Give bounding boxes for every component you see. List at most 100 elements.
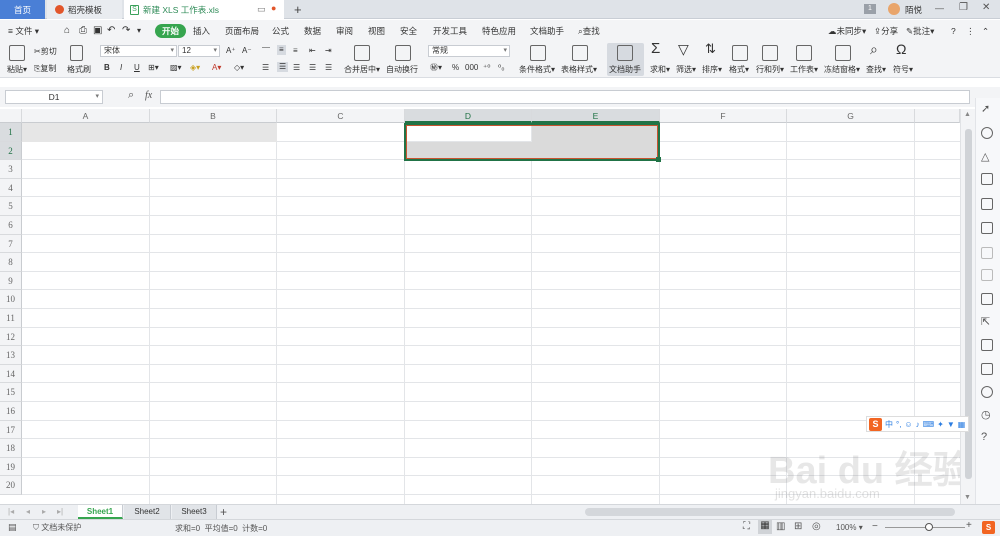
sogou-logo-icon[interactable]: S (869, 417, 882, 431)
collapse-ribbon-icon[interactable]: ⌃ (982, 24, 989, 38)
find-button[interactable]: 查找▾ (866, 65, 886, 75)
menu-developer[interactable]: 开发工具 (433, 24, 467, 38)
sort-icon[interactable]: ⇅ (705, 42, 716, 55)
first-sheet-icon[interactable]: |◂ (8, 507, 14, 516)
row-header-6[interactable]: 6 (0, 216, 22, 235)
last-sheet-icon[interactable]: ▸| (57, 507, 63, 516)
sheet-tab-3[interactable]: Sheet3 (172, 505, 217, 519)
menu-doc-helper[interactable]: 文档助手 (530, 24, 564, 38)
close-icon[interactable]: ✕ (982, 2, 990, 13)
font-color-icon[interactable]: A▾ (212, 63, 221, 73)
merge-icon[interactable] (354, 45, 370, 61)
name-box[interactable]: D1 ▾ (5, 90, 103, 104)
sync-button[interactable]: ☁未同步▾ (828, 24, 866, 38)
row-header-1[interactable]: 1 (0, 123, 22, 142)
maximize-icon[interactable]: ❐ (959, 2, 968, 13)
table-style-icon[interactable] (572, 45, 588, 61)
indent-increase-icon[interactable]: ⇥ (325, 46, 332, 56)
eye-care-icon[interactable]: ◎ (812, 521, 821, 532)
align-top-icon[interactable]: ⎺ (262, 46, 270, 56)
shrink-font-icon[interactable]: A⁻ (242, 46, 252, 56)
menu-security[interactable]: 安全 (400, 24, 417, 38)
freeze-icon[interactable] (835, 45, 851, 61)
row-header-19[interactable]: 19 (0, 457, 22, 477)
undo-icon[interactable]: ↶ (107, 24, 115, 38)
shapes-icon[interactable] (981, 127, 993, 139)
row-header-20[interactable]: 20 (0, 476, 22, 495)
column-header-c[interactable]: C (277, 109, 405, 123)
table-style-button[interactable]: 表格样式▾ (561, 65, 597, 75)
backup-icon[interactable] (981, 386, 993, 398)
clear-icon[interactable]: ◇▾ (234, 63, 244, 73)
paste-button[interactable]: 粘贴▾ (7, 65, 27, 75)
italic-icon[interactable]: I (120, 63, 122, 73)
row-header-2[interactable]: 2 (0, 141, 22, 161)
normal-view-icon[interactable]: ▦ (758, 520, 772, 534)
sheet-tab-1[interactable]: Sheet1 (78, 505, 123, 519)
justify-icon[interactable]: ☰ (309, 63, 316, 73)
row-header-11[interactable]: 11 (0, 309, 22, 328)
zoom-formula-icon[interactable]: ⌕ (128, 89, 134, 102)
paste-icon[interactable] (9, 45, 25, 61)
cut-button[interactable]: ✂剪切 (34, 47, 57, 57)
rowcol-icon[interactable] (762, 45, 778, 61)
image-icon[interactable] (981, 363, 993, 375)
tab-file[interactable]: S 新建 XLS 工作表.xls ▭ ● (124, 0, 284, 19)
fullscreen-icon[interactable]: ⛶ (743, 521, 750, 532)
bold-icon[interactable]: B (104, 63, 110, 73)
symbol-button[interactable]: 符号▾ (893, 65, 913, 75)
scroll-up-icon[interactable]: ▲ (964, 111, 971, 118)
help-circle-icon[interactable]: ? (981, 431, 987, 443)
distributed-icon[interactable]: ☰ (325, 63, 332, 73)
style-icon[interactable]: △ (981, 150, 989, 163)
underline-icon[interactable]: U (134, 63, 140, 73)
pointer-icon[interactable]: ➚ (981, 102, 990, 115)
history-icon[interactable]: ◷ (981, 408, 991, 421)
minimize-icon[interactable]: — (935, 3, 944, 13)
row-header-10[interactable]: 10 (0, 290, 22, 309)
prev-sheet-icon[interactable]: ◂ (26, 507, 30, 516)
rowcol-button[interactable]: 行和列▾ (756, 65, 784, 75)
vertical-scrollbar[interactable]: ▲ ▼ (960, 109, 975, 505)
zoom-slider-thumb[interactable] (925, 523, 933, 531)
scroll-down-icon[interactable]: ▼ (964, 494, 971, 501)
preview-icon[interactable]: ▣ (93, 24, 102, 38)
select-all-corner[interactable] (0, 109, 22, 123)
tab-template[interactable]: 稻壳模板 (47, 0, 122, 19)
sort-button[interactable]: 排序▾ (702, 65, 722, 75)
format-button[interactable]: 格式▾ (729, 65, 749, 75)
freeze-button[interactable]: 冻结窗格▾ (824, 65, 860, 75)
border-icon[interactable]: ⊞▾ (148, 63, 159, 73)
format-painter-icon[interactable] (70, 45, 83, 61)
column-header-b[interactable]: B (150, 109, 277, 123)
indent-decrease-icon[interactable]: ⇤ (309, 46, 316, 56)
fill-pattern-icon[interactable]: ▨▾ (170, 63, 182, 73)
keyboard-icon[interactable]: ⌨ (923, 420, 935, 429)
sogou-tray-icon[interactable]: S (982, 521, 995, 534)
align-right-icon[interactable]: ☰ (293, 63, 300, 73)
unsaved-dot-icon[interactable]: ● (271, 3, 276, 13)
row-header-4[interactable]: 4 (0, 178, 22, 198)
menu-formula[interactable]: 公式 (272, 24, 289, 38)
find-icon[interactable]: ⌕ (870, 42, 878, 56)
punctuation-icon[interactable]: °, (896, 420, 901, 429)
menu-special[interactable]: 特色应用 (482, 24, 516, 38)
column-header-a[interactable]: A (22, 109, 150, 123)
export-icon[interactable]: ⇱ (981, 315, 990, 328)
clipboard-icon[interactable] (981, 173, 993, 185)
row-header-8[interactable]: 8 (0, 253, 22, 272)
avatar[interactable] (888, 3, 900, 15)
font-name-select[interactable]: 宋体 (100, 45, 177, 57)
new-tab-icon[interactable]: + (294, 2, 302, 17)
tools-icon[interactable]: ✦ (937, 420, 944, 429)
chinese-mode-icon[interactable]: 中 (885, 419, 893, 430)
cond-format-button[interactable]: 条件格式▾ (519, 65, 555, 75)
menu-view[interactable]: 视图 (368, 24, 385, 38)
align-left-icon[interactable]: ☰ (262, 63, 269, 73)
skin-icon[interactable]: ▼ (947, 420, 955, 429)
add-sheet-icon[interactable]: + (220, 505, 227, 519)
window-count-icon[interactable]: 1 (864, 4, 876, 14)
row-header-18[interactable]: 18 (0, 439, 22, 458)
horizontal-scrollbar[interactable] (585, 508, 955, 516)
format-icon[interactable] (732, 45, 748, 61)
